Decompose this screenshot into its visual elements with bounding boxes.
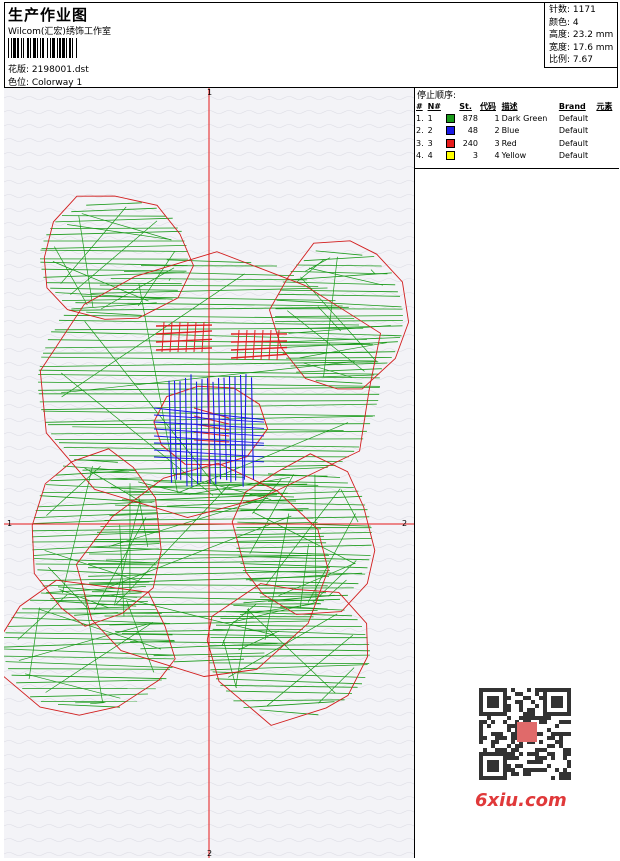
color-swatch xyxy=(446,151,456,161)
axis-label-right: 2 xyxy=(402,519,407,528)
qr-code xyxy=(473,684,579,784)
row-description: Dark Green xyxy=(501,113,548,123)
col-description: 描述 xyxy=(501,101,518,111)
stop-sequence-panel: 停止顺序: # N# St. 代码 描述 Brand 元素 1. 1 878 1 Dar… xyxy=(414,88,619,858)
row-stitches: 48 xyxy=(467,126,478,136)
table-row: 1. 1 878 1 Dark Green Default xyxy=(415,112,617,125)
stop-sequence-table: # N# St. 代码 描述 Brand 元素 1. 1 878 1 Dark Gree… xyxy=(415,100,617,162)
row-brand: Default xyxy=(558,138,589,148)
row-code: 4 xyxy=(494,151,500,161)
row-swatch xyxy=(445,150,458,163)
table-header-row: # N# St. 代码 描述 Brand 元素 xyxy=(415,100,617,112)
row-n: 3 xyxy=(427,138,433,148)
row-code: 3 xyxy=(494,138,500,148)
row-n: 1 xyxy=(427,113,433,123)
row-stitches: 878 xyxy=(462,113,478,123)
stitch-count: 针数: 1171 xyxy=(549,5,596,15)
row-brand: Default xyxy=(558,126,589,136)
row-element xyxy=(595,125,617,138)
design-scale: 比例: 7.67 xyxy=(549,55,593,65)
row-index: 4. xyxy=(416,151,424,161)
row-code: 1 xyxy=(494,113,500,123)
row-stitches: 3 xyxy=(472,151,478,161)
row-swatch xyxy=(445,125,458,138)
row-description: Blue xyxy=(501,126,520,136)
header: 生产作业图 Wilcom(汇宏)绣饰工作室 花版: 2198001.dst 色位… xyxy=(4,2,618,88)
design-height: 高度: 23.2 mm xyxy=(549,30,614,40)
table-row: 3. 3 240 3 Red Default xyxy=(415,137,617,150)
axis-label-left: 1 xyxy=(7,519,12,528)
col-index: # xyxy=(416,101,423,111)
row-index: 2. xyxy=(416,126,424,136)
barcode-bar xyxy=(77,38,79,58)
row-n: 2 xyxy=(427,126,433,136)
row-description: Yellow xyxy=(501,151,527,161)
col-element: 元素 xyxy=(596,101,613,111)
col-code: 代码 xyxy=(479,101,496,111)
embroidery-canvas: 1 1 2 2 xyxy=(4,88,414,858)
design-file-label: 花版: 2198001.dst xyxy=(8,65,89,75)
row-code: 2 xyxy=(494,126,500,136)
barcode xyxy=(8,38,142,58)
company-name: Wilcom(汇宏)绣饰工作室 xyxy=(8,27,111,37)
qr-pattern xyxy=(479,688,571,780)
row-index: 1. xyxy=(416,113,424,123)
row-swatch xyxy=(445,112,458,125)
design-width: 宽度: 17.6 mm xyxy=(549,42,614,53)
watermark: 6xiu.com xyxy=(475,790,567,811)
row-index: 3. xyxy=(416,138,424,148)
row-brand: Default xyxy=(558,151,589,161)
color-swatch xyxy=(446,113,456,123)
colorway-label: 色位: Colorway 1 xyxy=(8,78,83,88)
row-swatch xyxy=(445,137,458,150)
color-count: 颜色: 4 xyxy=(549,17,579,28)
row-stitches: 240 xyxy=(462,138,478,148)
color-swatch xyxy=(446,126,456,136)
row-description: Red xyxy=(501,138,517,148)
col-stitches: St. xyxy=(459,101,472,111)
axis-label-bottom: 2 xyxy=(207,849,212,858)
row-element xyxy=(595,137,617,150)
color-swatch xyxy=(446,138,456,148)
row-element xyxy=(595,150,617,163)
axis-label-top: 1 xyxy=(207,88,212,97)
embroidery-preview: 1 1 2 2 xyxy=(4,88,414,858)
table-row: 4. 4 3 4 Yellow Default xyxy=(415,150,617,163)
table-row: 2. 2 48 2 Blue Default xyxy=(415,125,617,138)
row-element xyxy=(595,112,617,125)
stats-panel: 针数: 1171 颜色: 4 高度: 23.2 mm 宽度: 17.6 mm 比… xyxy=(544,2,618,68)
col-brand: Brand xyxy=(558,101,586,111)
col-n: N# xyxy=(427,101,441,111)
side-divider xyxy=(415,168,619,169)
row-brand: Default xyxy=(558,113,589,123)
row-n: 4 xyxy=(427,151,433,161)
page-title: 生产作业图 xyxy=(8,6,89,24)
